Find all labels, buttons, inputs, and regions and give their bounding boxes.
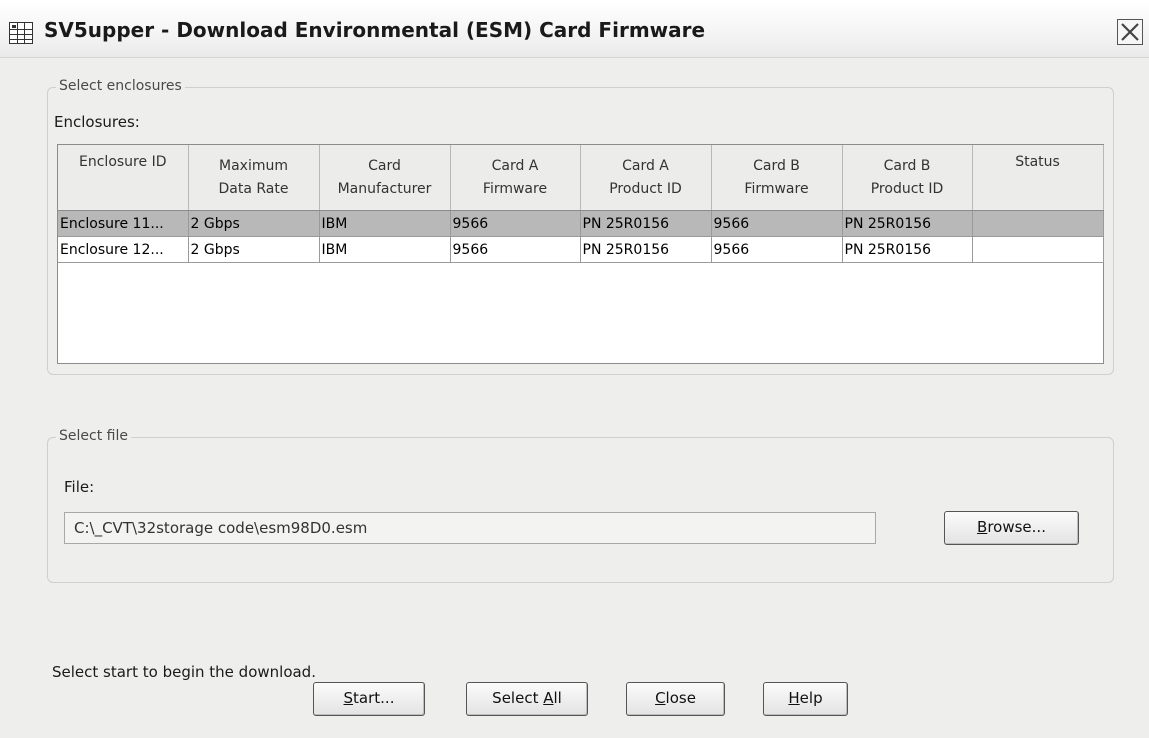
- table-cell: 9566: [450, 210, 581, 237]
- table-cell: 9566: [711, 210, 843, 237]
- table-cell: [972, 210, 1104, 237]
- table-cell: 9566: [711, 236, 843, 263]
- column-header-line: Firmware: [482, 180, 548, 197]
- table-cell: 2 Gbps: [188, 210, 320, 237]
- file-group: Select file: [47, 428, 1114, 583]
- column-header-line: Manufacturer: [337, 180, 432, 197]
- column-header-line: Product ID: [609, 180, 682, 197]
- instruction-text: Select start to begin the download.: [52, 663, 316, 681]
- column-header-line: Data Rate: [218, 180, 289, 197]
- table-cell: [972, 236, 1104, 263]
- browse-label: rowse...: [987, 518, 1046, 536]
- column-header-line: Card B: [753, 157, 800, 174]
- table-app-icon: [9, 22, 33, 44]
- help-button[interactable]: Help: [763, 682, 848, 716]
- table-header-row: Enclosure ID Maximum Data Rate Card Manufact…: [58, 145, 1104, 211]
- table-row[interactable]: Enclosure 11... 2 Gbps IBM 9566 PN 25R0156 95…: [58, 210, 1104, 237]
- column-header-line: Product ID: [870, 180, 944, 197]
- dialog-window: SV5upper - Download Environmental (ESM) …: [0, 0, 1149, 738]
- title-bar[interactable]: SV5upper - Download Environmental (ESM) …: [0, 0, 1149, 58]
- column-header[interactable]: Maximum Data Rate: [188, 145, 320, 211]
- file-label: File:: [64, 478, 95, 496]
- browse-button[interactable]: Browse...: [944, 511, 1079, 545]
- column-header[interactable]: Card A Firmware: [450, 145, 581, 211]
- enclosures-group-legend: Select enclosures: [56, 78, 185, 94]
- column-header[interactable]: Status: [972, 145, 1104, 211]
- table-cell: PN 25R0156: [842, 210, 973, 237]
- column-header[interactable]: Card B Product ID: [842, 145, 973, 211]
- column-header[interactable]: Enclosure ID: [58, 145, 189, 211]
- column-header-line: Enclosure ID: [79, 154, 167, 170]
- table-cell: PN 25R0156: [580, 236, 712, 263]
- start-button[interactable]: Start...: [313, 682, 425, 716]
- table-cell: IBM: [319, 236, 451, 263]
- column-header-line: Maximum: [219, 157, 288, 174]
- column-header-line: Firmware: [744, 180, 809, 197]
- column-header[interactable]: Card B Firmware: [711, 145, 843, 211]
- table-cell: IBM: [319, 210, 451, 237]
- enclosures-table[interactable]: Enclosure ID Maximum Data Rate Card Manufact…: [57, 144, 1104, 364]
- table-cell: 9566: [450, 236, 581, 263]
- column-header[interactable]: Card A Product ID: [580, 145, 712, 211]
- table-cell: Enclosure 11...: [58, 210, 189, 237]
- file-group-legend: Select file: [56, 428, 131, 444]
- enclosures-label: Enclosures:: [54, 113, 140, 131]
- table-cell: Enclosure 12...: [58, 236, 189, 263]
- table-cell: PN 25R0156: [580, 210, 712, 237]
- column-header-line: Card A: [622, 157, 669, 174]
- table-cell: 2 Gbps: [188, 236, 320, 263]
- column-header-line: Status: [1015, 154, 1060, 170]
- column-header[interactable]: Card Manufacturer: [319, 145, 451, 211]
- column-header-line: Card: [368, 157, 401, 174]
- table-row[interactable]: Enclosure 12... 2 Gbps IBM 9566 PN 25R0156 95…: [58, 236, 1104, 263]
- column-header-line: Card B: [883, 157, 931, 174]
- select-all-button[interactable]: Select All: [466, 682, 588, 716]
- close-icon: [1121, 23, 1139, 41]
- browse-mnemonic: B: [977, 518, 988, 536]
- close-button[interactable]: Close: [626, 682, 725, 716]
- file-path-field[interactable]: C:\_CVT\32storage code\esm98D0.esm: [64, 512, 876, 544]
- table-cell: PN 25R0156: [842, 236, 973, 263]
- column-header-line: Card A: [491, 157, 539, 174]
- window-title: SV5upper - Download Environmental (ESM) …: [44, 18, 706, 42]
- close-window-button[interactable]: [1117, 19, 1143, 45]
